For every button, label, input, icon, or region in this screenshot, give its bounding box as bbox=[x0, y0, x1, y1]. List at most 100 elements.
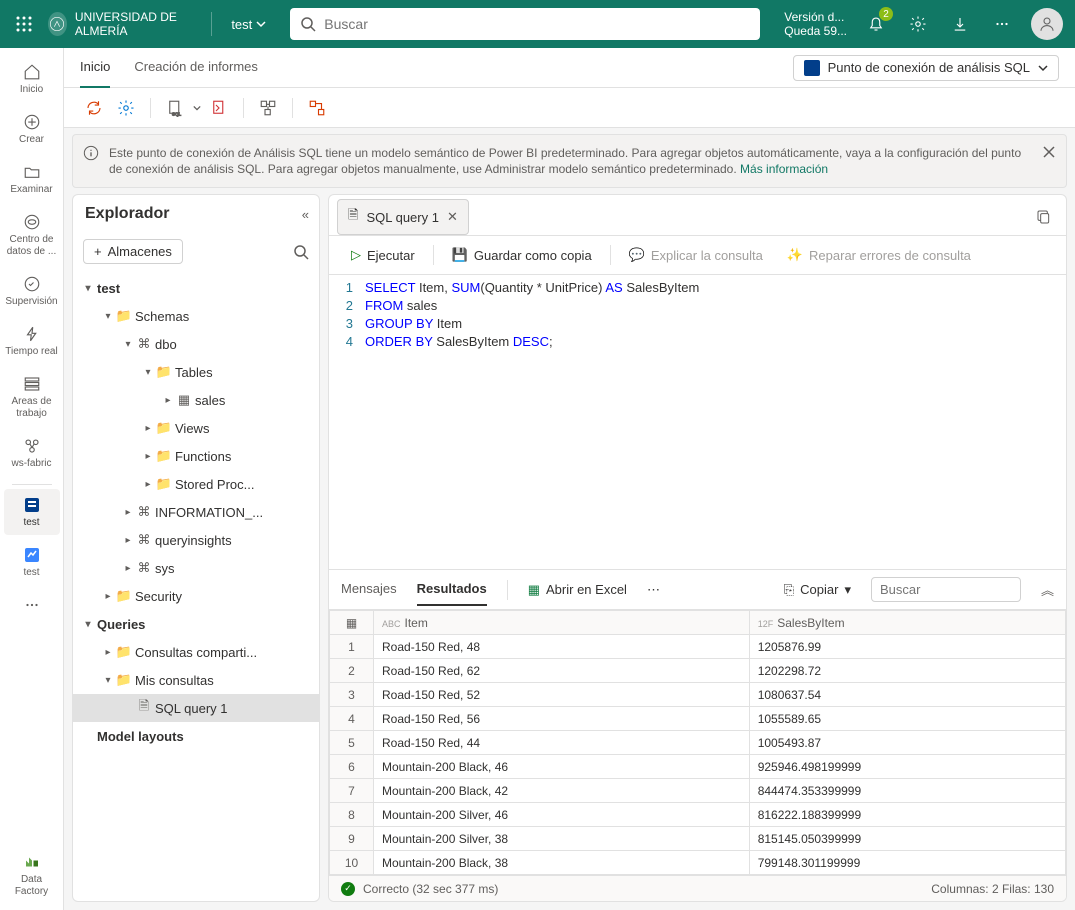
rail-ws-fabric[interactable]: ws-fabric bbox=[4, 430, 60, 476]
tree-shared-queries[interactable]: ▸📁Consultas comparti... bbox=[73, 638, 319, 666]
tree-my-queries[interactable]: ▾📁Mis consultas bbox=[73, 666, 319, 694]
row-number: 4 bbox=[330, 707, 374, 731]
tree-db[interactable]: ▾test bbox=[73, 274, 319, 302]
explorer-tree: ▾test ▾📁Schemas ▾⌘dbo ▾📁Tables ▸▦sales ▸… bbox=[73, 270, 319, 901]
global-search bbox=[290, 8, 760, 40]
rail-monitor[interactable]: Supervisión bbox=[4, 268, 60, 314]
collapse-explorer-icon[interactable]: « bbox=[302, 207, 309, 222]
lakehouse-icon bbox=[23, 545, 41, 565]
new-sql-query-button[interactable]: SQL bbox=[161, 94, 189, 122]
tab-reports[interactable]: Creación de informes bbox=[134, 48, 258, 88]
cell-sales: 1205876.99 bbox=[749, 635, 1065, 659]
settings-gear-button[interactable] bbox=[112, 94, 140, 122]
cell-item: Mountain-200 Black, 42 bbox=[374, 779, 750, 803]
left-nav-rail: Inicio Crear Examinar Centro de datos de… bbox=[0, 48, 64, 910]
folder-icon: 📁 bbox=[155, 420, 173, 436]
more-button[interactable] bbox=[989, 11, 1015, 37]
rail-create[interactable]: Crear bbox=[4, 106, 60, 152]
rail-datafactory[interactable]: Data Factory bbox=[4, 846, 60, 906]
table-row[interactable]: 4Road-150 Red, 561055589.65 bbox=[330, 707, 1066, 731]
refresh-button[interactable] bbox=[80, 94, 108, 122]
rail-datahub[interactable]: Centro de datos de ... bbox=[4, 206, 60, 264]
table-row[interactable]: 9Mountain-200 Silver, 38815145.050399999 bbox=[330, 827, 1066, 851]
rail-workspaces[interactable]: Áreas de trabajo bbox=[4, 368, 60, 426]
chevron-down-icon bbox=[256, 19, 266, 29]
table-row[interactable]: 7Mountain-200 Black, 42844474.353399999 bbox=[330, 779, 1066, 803]
row-number: 10 bbox=[330, 851, 374, 875]
col-header-sales[interactable]: 12FSalesByItem bbox=[749, 611, 1065, 635]
notifications-button[interactable]: 2 bbox=[863, 11, 889, 37]
code-editor[interactable]: 1SELECT Item, SUM(Quantity * UnitPrice) … bbox=[329, 275, 1066, 569]
chevron-right-icon: ▸ bbox=[161, 395, 175, 406]
tree-sys[interactable]: ▸⌘sys bbox=[73, 554, 319, 582]
row-number: 3 bbox=[330, 683, 374, 707]
visual-query-button[interactable] bbox=[205, 94, 233, 122]
tree-infoschema[interactable]: ▸⌘INFORMATION_... bbox=[73, 498, 319, 526]
run-button[interactable]: ▷Ejecutar bbox=[341, 243, 425, 267]
copy-button[interactable]: ⎘Copiar▾ bbox=[784, 582, 851, 598]
row-number: 9 bbox=[330, 827, 374, 851]
results-tab[interactable]: Resultados bbox=[417, 573, 487, 606]
cell-sales: 1080637.54 bbox=[749, 683, 1065, 707]
close-banner-button[interactable] bbox=[1042, 145, 1056, 159]
tree-queries[interactable]: ▾Queries bbox=[73, 610, 319, 638]
add-warehouse-button[interactable]: +Almacenes bbox=[83, 239, 183, 264]
chevron-down-icon: ▾ bbox=[81, 619, 95, 630]
tree-sprocs[interactable]: ▸📁Stored Proc... bbox=[73, 470, 319, 498]
tree-security[interactable]: ▸📁Security bbox=[73, 582, 319, 610]
tree-dbo[interactable]: ▾⌘dbo bbox=[73, 330, 319, 358]
col-header-item[interactable]: ABCItem bbox=[374, 611, 750, 635]
chevron-down-icon: ▾ bbox=[81, 283, 95, 294]
open-excel-button[interactable]: ▦Abrir en Excel bbox=[528, 582, 627, 598]
rail-realtime[interactable]: Tiempo real bbox=[4, 318, 60, 364]
tree-queryinsights[interactable]: ▸⌘queryinsights bbox=[73, 526, 319, 554]
table-row[interactable]: 8Mountain-200 Silver, 46816222.188399999 bbox=[330, 803, 1066, 827]
tree-tables[interactable]: ▾📁Tables bbox=[73, 358, 319, 386]
workspace-picker[interactable]: test bbox=[231, 17, 266, 32]
trial-info[interactable]: Versión d... Queda 59... bbox=[784, 10, 847, 38]
cell-sales: 1005493.87 bbox=[749, 731, 1065, 755]
rail-test-lh[interactable]: test bbox=[4, 539, 60, 585]
tree-model-layouts[interactable]: Model layouts bbox=[73, 722, 319, 750]
manage-model-button[interactable] bbox=[303, 94, 331, 122]
table-row[interactable]: 10Mountain-200 Black, 38799148.301199999 bbox=[330, 851, 1066, 875]
close-tab-icon[interactable]: ✕ bbox=[447, 209, 458, 225]
table-row[interactable]: 6Mountain-200 Black, 46925946.498199999 bbox=[330, 755, 1066, 779]
chevron-right-icon: ▸ bbox=[141, 479, 155, 490]
chevron-down-icon[interactable] bbox=[193, 104, 201, 112]
save-copy-button[interactable]: 💾Guardar como copia bbox=[442, 243, 602, 267]
messages-tab[interactable]: Mensajes bbox=[341, 573, 397, 606]
notif-badge: 2 bbox=[879, 7, 893, 21]
rail-test-sql[interactable]: test bbox=[4, 489, 60, 535]
settings-button[interactable] bbox=[905, 11, 931, 37]
results-search-input[interactable] bbox=[871, 577, 1021, 602]
table-row[interactable]: 2Road-150 Red, 621202298.72 bbox=[330, 659, 1066, 683]
endpoint-switcher[interactable]: Punto de conexión de análisis SQL bbox=[793, 55, 1059, 81]
download-button[interactable] bbox=[947, 11, 973, 37]
tree-schemas[interactable]: ▾📁Schemas bbox=[73, 302, 319, 330]
plus-circle-icon bbox=[23, 112, 41, 132]
learn-more-link[interactable]: Más información bbox=[740, 162, 828, 176]
tree-functions[interactable]: ▸📁Functions bbox=[73, 442, 319, 470]
tree-views[interactable]: ▸📁Views bbox=[73, 414, 319, 442]
tree-sql-query-1[interactable]: 🗎SQL query 1 bbox=[73, 694, 319, 722]
model-button[interactable] bbox=[254, 94, 282, 122]
user-avatar[interactable] bbox=[1031, 8, 1063, 40]
copy-tabs-button[interactable] bbox=[1030, 203, 1058, 231]
status-counts: Columnas: 2 Filas: 130 bbox=[931, 882, 1054, 896]
tree-table-sales[interactable]: ▸▦sales bbox=[73, 386, 319, 414]
table-row[interactable]: 3Road-150 Red, 521080637.54 bbox=[330, 683, 1066, 707]
explorer-search-icon[interactable] bbox=[293, 244, 309, 260]
cell-item: Road-150 Red, 62 bbox=[374, 659, 750, 683]
rail-home[interactable]: Inicio bbox=[4, 56, 60, 102]
app-launcher[interactable] bbox=[12, 12, 36, 36]
results-more-button[interactable]: ⋯ bbox=[647, 582, 660, 598]
table-row[interactable]: 5Road-150 Red, 441005493.87 bbox=[330, 731, 1066, 755]
rail-more[interactable] bbox=[4, 589, 60, 621]
table-row[interactable]: 1Road-150 Red, 481205876.99 bbox=[330, 635, 1066, 659]
tab-home[interactable]: Inicio bbox=[80, 48, 110, 88]
search-input[interactable] bbox=[290, 8, 760, 40]
rail-browse[interactable]: Examinar bbox=[4, 156, 60, 202]
editor-tab-sql1[interactable]: 🗎 SQL query 1 ✕ bbox=[337, 199, 469, 235]
collapse-results-icon[interactable]: ︽ bbox=[1041, 580, 1054, 599]
